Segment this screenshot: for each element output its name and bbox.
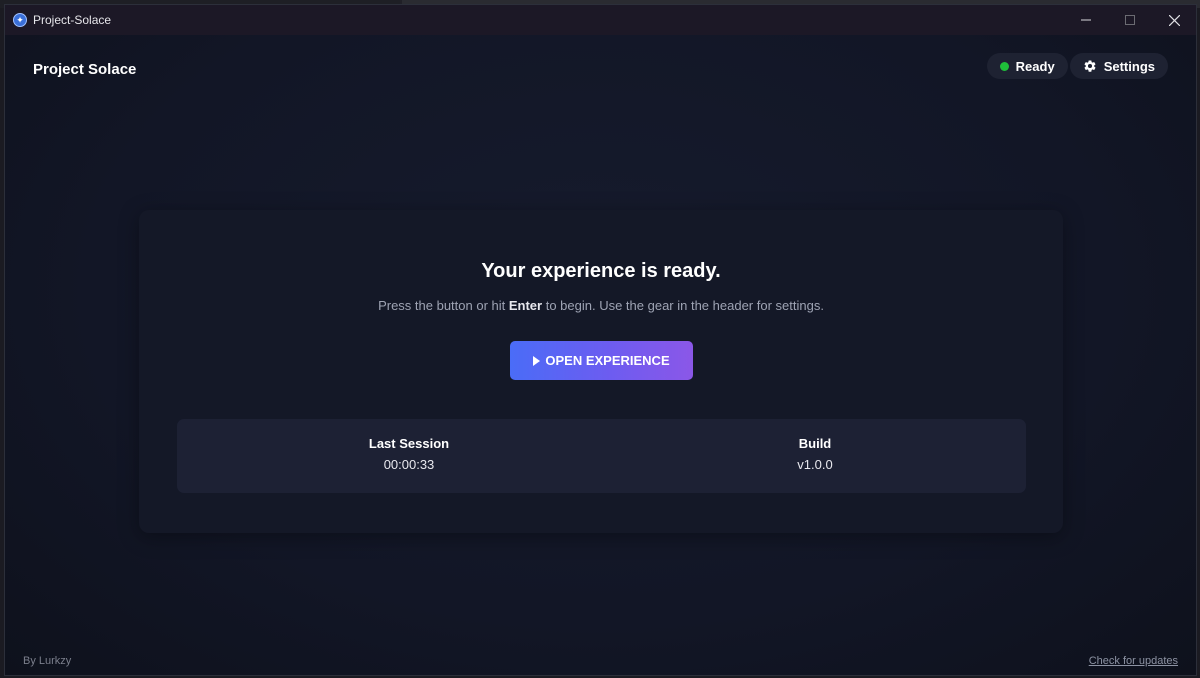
ready-heading: Your experience is ready. [481, 260, 721, 282]
status-badge: Ready [986, 53, 1068, 79]
ready-card: Your experience is ready. Press the butt… [139, 210, 1063, 533]
stat-label: Build [798, 436, 832, 451]
instructions-text: Press the button or hit Enter to begin. … [139, 298, 1063, 313]
app-content: Project Solace Ready Settings Your exper… [5, 35, 1196, 675]
open-experience-button[interactable]: OPEN EXPERIENCE [510, 341, 693, 380]
stat-build: Build v1.0.0 [715, 436, 915, 472]
close-button[interactable] [1152, 5, 1196, 35]
stat-value: 00:00:33 [383, 457, 435, 472]
settings-label: Settings [1103, 58, 1155, 74]
minimize-icon [1081, 19, 1091, 21]
stat-label: Last Session [368, 436, 450, 451]
maximize-button[interactable] [1108, 5, 1152, 35]
header-actions: Ready Settings [986, 53, 1168, 79]
credit-text: By Lurkzy [23, 655, 72, 667]
open-experience-label: OPEN EXPERIENCE [545, 353, 670, 368]
play-icon [533, 355, 541, 366]
window-title: Project-Solace [33, 13, 112, 27]
title-bar[interactable]: ✦ Project-Solace [5, 5, 1196, 35]
minimize-button[interactable] [1064, 5, 1108, 35]
session-stats: Last Session 00:00:33 Build v1.0.0 [177, 419, 1026, 493]
status-label: Ready [1015, 58, 1055, 74]
gear-icon [1084, 60, 1096, 72]
brand-title: Project Solace [33, 61, 137, 78]
instructions-prefix: Press the button or hit [378, 298, 509, 313]
check-updates-link[interactable]: Check for updates [1089, 655, 1178, 667]
status-dot-icon [999, 61, 1009, 71]
settings-button[interactable]: Settings [1069, 53, 1168, 79]
maximize-icon [1125, 15, 1135, 25]
enter-key-label: Enter [508, 298, 543, 313]
close-icon [1168, 14, 1180, 26]
app-window: ✦ Project-Solace Project Solace Ready Se… [4, 4, 1197, 676]
stat-last-session: Last Session 00:00:33 [309, 436, 509, 472]
stat-value: v1.0.0 [797, 457, 833, 472]
app-logo-icon: ✦ [13, 13, 27, 27]
instructions-suffix: to begin. Use the gear in the header for… [542, 298, 824, 313]
